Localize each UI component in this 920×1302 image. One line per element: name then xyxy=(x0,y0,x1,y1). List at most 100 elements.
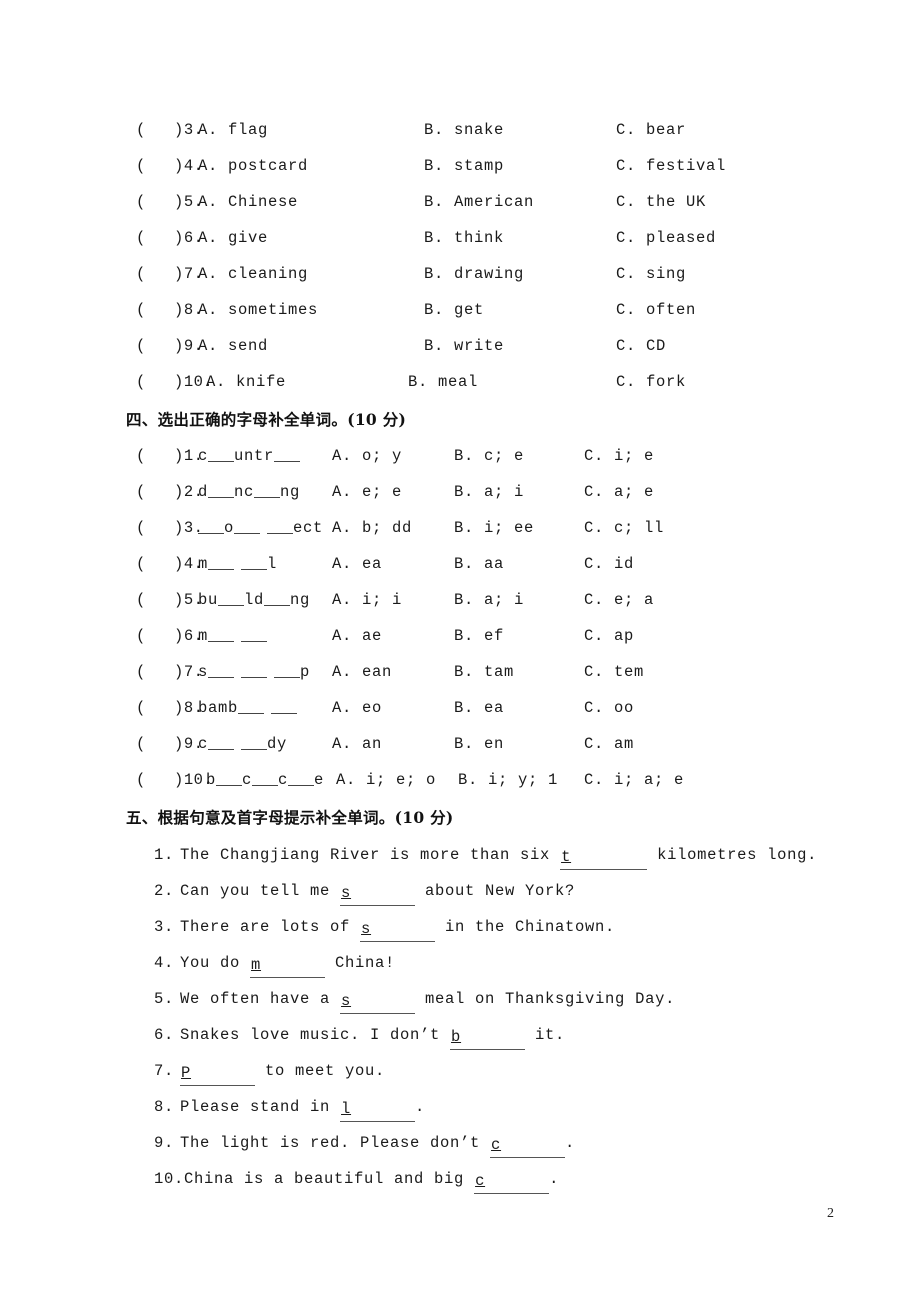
letter-fill-item[interactable]: ( )6. m A. ae B. ef C. ap xyxy=(136,624,896,648)
option-b[interactable]: B. stamp xyxy=(424,154,504,178)
option-b[interactable]: B. a; i xyxy=(454,588,524,612)
option-b[interactable]: B. en xyxy=(454,732,504,756)
option-a[interactable]: A. ae xyxy=(332,624,382,648)
option-c[interactable]: C. the UK xyxy=(616,190,706,214)
option-b[interactable]: B. c; e xyxy=(454,444,524,468)
answer-bracket[interactable]: ( xyxy=(136,696,146,720)
option-c[interactable]: C. often xyxy=(616,298,696,322)
answer-blank[interactable]: s xyxy=(360,917,436,942)
option-b[interactable]: B. ef xyxy=(454,624,504,648)
answer-blank[interactable]: P xyxy=(180,1061,255,1086)
answer-bracket[interactable]: ( xyxy=(136,118,146,142)
sentence-item[interactable]: 3. There are lots of s in the Chinatown. xyxy=(154,915,615,942)
answer-blank[interactable]: s xyxy=(340,989,416,1014)
mc-item[interactable]: ( )6. A. give B. think C. pleased xyxy=(136,226,896,250)
answer-bracket[interactable]: ( xyxy=(136,588,146,612)
option-a[interactable]: A. b; dd xyxy=(332,516,412,540)
option-a[interactable]: A. give xyxy=(198,226,268,250)
option-a[interactable]: A. e; e xyxy=(332,480,402,504)
option-b[interactable]: B. tam xyxy=(454,660,514,684)
option-c[interactable]: C. oo xyxy=(584,696,634,720)
option-c[interactable]: C. a; e xyxy=(584,480,654,504)
option-a[interactable]: A. postcard xyxy=(198,154,308,178)
option-b[interactable]: B. i; ee xyxy=(454,516,534,540)
option-b[interactable]: B. a; i xyxy=(454,480,524,504)
answer-bracket[interactable]: ( xyxy=(136,370,146,394)
option-a[interactable]: A. cleaning xyxy=(198,262,308,286)
answer-blank[interactable]: s xyxy=(340,881,416,906)
option-a[interactable]: A. knife xyxy=(206,370,286,394)
mc-item[interactable]: ( )4. A. postcard B. stamp C. festival xyxy=(136,154,896,178)
sentence-item[interactable]: 8. Please stand in l. xyxy=(154,1095,425,1122)
sentence-item[interactable]: 5. We often have a s meal on Thanksgiving… xyxy=(154,987,675,1014)
answer-bracket[interactable]: ( xyxy=(136,298,146,322)
option-a[interactable]: A. ea xyxy=(332,552,382,576)
sentence-item[interactable]: 1. The Changjiang River is more than six … xyxy=(154,843,817,870)
option-c[interactable]: C. bear xyxy=(616,118,686,142)
option-b[interactable]: B. think xyxy=(424,226,504,250)
answer-blank[interactable]: t xyxy=(560,845,648,870)
option-b[interactable]: B. aa xyxy=(454,552,504,576)
answer-bracket[interactable]: ( xyxy=(136,226,146,250)
answer-blank[interactable]: l xyxy=(340,1097,416,1122)
sentence-item[interactable]: 9. The light is red. Please don’t c. xyxy=(154,1131,575,1158)
option-a[interactable]: A. an xyxy=(332,732,382,756)
answer-bracket[interactable]: ( xyxy=(136,516,146,540)
option-c[interactable]: C. i; e xyxy=(584,444,654,468)
answer-bracket[interactable]: ( xyxy=(136,154,146,178)
option-c[interactable]: C. pleased xyxy=(616,226,716,250)
letter-fill-item[interactable]: ( )8. bamb A. eo B. ea C. oo xyxy=(136,696,896,720)
answer-blank[interactable]: c xyxy=(490,1133,566,1158)
sentence-item[interactable]: 6. Snakes love music. I don’t b it. xyxy=(154,1023,565,1050)
option-c[interactable]: C. c; ll xyxy=(584,516,664,540)
letter-fill-item[interactable]: ( )3. o ect A. b; dd B. i; ee C. c; ll xyxy=(136,516,896,540)
sentence-item[interactable]: 10.China is a beautiful and big c. xyxy=(154,1167,559,1194)
option-a[interactable]: A. o; y xyxy=(332,444,402,468)
option-c[interactable]: C. e; a xyxy=(584,588,654,612)
option-b[interactable]: B. American xyxy=(424,190,534,214)
letter-fill-item[interactable]: ( )10. bcce A. i; e; o B. i; y; 1 C. i; … xyxy=(136,768,896,792)
answer-bracket[interactable]: ( xyxy=(136,444,146,468)
option-b[interactable]: B. i; y; 1 xyxy=(458,768,558,792)
option-c[interactable]: C. id xyxy=(584,552,634,576)
option-c[interactable]: C. sing xyxy=(616,262,686,286)
answer-blank[interactable]: b xyxy=(450,1025,526,1050)
option-c[interactable]: C. ap xyxy=(584,624,634,648)
answer-bracket[interactable]: ( xyxy=(136,334,146,358)
letter-fill-item[interactable]: ( )4. ml A. ea B. aa C. id xyxy=(136,552,896,576)
mc-item[interactable]: ( )8. A. sometimes B. get C. often xyxy=(136,298,896,322)
letter-fill-item[interactable]: ( )2. d nc ng A. e; e B. a; i C. a; e xyxy=(136,480,896,504)
sentence-item[interactable]: 2. Can you tell me s about New York? xyxy=(154,879,575,906)
option-a[interactable]: A. send xyxy=(198,334,268,358)
option-b[interactable]: B. meal xyxy=(408,370,478,394)
letter-fill-item[interactable]: ( )5. bu ld ng A. i; i B. a; i C. e; a xyxy=(136,588,896,612)
answer-bracket[interactable]: ( xyxy=(136,552,146,576)
option-b[interactable]: B. get xyxy=(424,298,484,322)
sentence-item[interactable]: 4. You do m China! xyxy=(154,951,395,978)
answer-bracket[interactable]: ( xyxy=(136,624,146,648)
mc-item[interactable]: ( )3. A. flag B. snake C. bear xyxy=(136,118,896,142)
option-b[interactable]: B. ea xyxy=(454,696,504,720)
answer-blank[interactable]: c xyxy=(474,1169,550,1194)
option-c[interactable]: C. festival xyxy=(616,154,726,178)
option-c[interactable]: C. am xyxy=(584,732,634,756)
sentence-item[interactable]: 7. P to meet you. xyxy=(154,1059,385,1086)
option-b[interactable]: B. snake xyxy=(424,118,504,142)
answer-bracket[interactable]: ( xyxy=(136,768,146,792)
option-a[interactable]: A. flag xyxy=(198,118,268,142)
option-c[interactable]: C. tem xyxy=(584,660,644,684)
answer-bracket[interactable]: ( xyxy=(136,660,146,684)
option-c[interactable]: C. i; a; e xyxy=(584,768,684,792)
option-c[interactable]: C. fork xyxy=(616,370,686,394)
letter-fill-item[interactable]: ( )9. c dy A. an B. en C. am xyxy=(136,732,896,756)
answer-bracket[interactable]: ( xyxy=(136,190,146,214)
letter-fill-item[interactable]: ( )1. c untr A. o; y B. c; e C. i; e xyxy=(136,444,896,468)
option-c[interactable]: C. CD xyxy=(616,334,666,358)
mc-item[interactable]: ( )10. A. knife B. meal C. fork xyxy=(136,370,896,394)
mc-item[interactable]: ( )5. A. Chinese B. American C. the UK xyxy=(136,190,896,214)
option-b[interactable]: B. drawing xyxy=(424,262,524,286)
option-a[interactable]: A. ean xyxy=(332,660,392,684)
mc-item[interactable]: ( )7. A. cleaning B. drawing C. sing xyxy=(136,262,896,286)
answer-bracket[interactable]: ( xyxy=(136,480,146,504)
option-a[interactable]: A. sometimes xyxy=(198,298,318,322)
